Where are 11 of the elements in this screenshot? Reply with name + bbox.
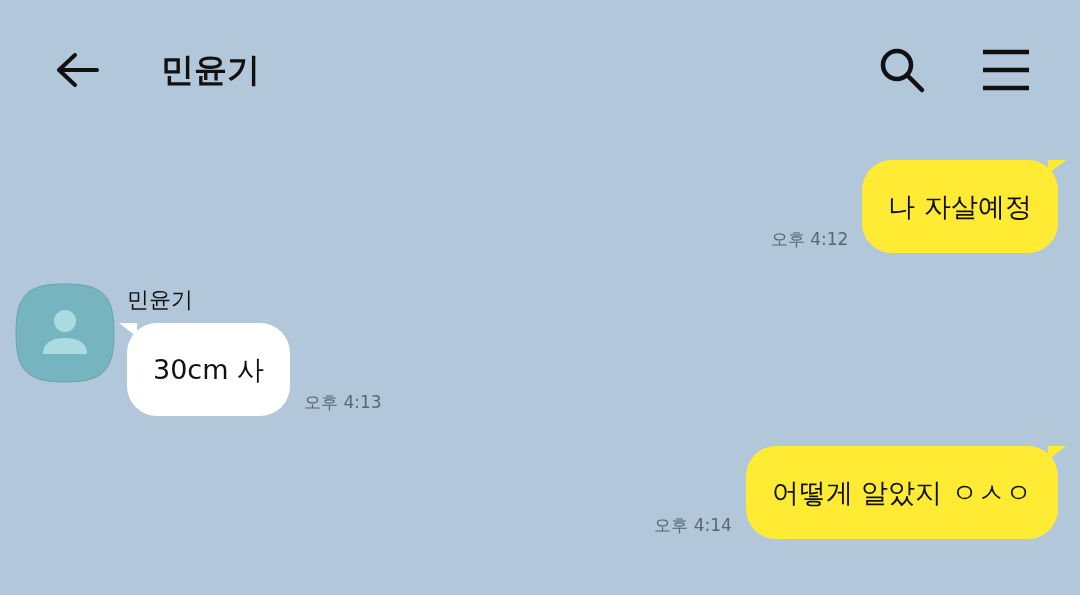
message-bubble: 30cm 사 [119,323,291,416]
chat-title: 민윤기 [161,48,260,91]
message-bubble: 나 자살예정 [862,160,1066,253]
message-time: 오후 4:13 [304,391,382,414]
menu-icon[interactable] [982,49,1030,91]
message-time: 오후 4:14 [654,514,732,537]
sender-name: 민윤기 [127,286,194,314]
message-time: 오후 4:12 [770,228,849,251]
search-icon[interactable] [878,46,926,94]
back-icon[interactable] [55,53,99,87]
message-bubble: 어떻게 알았지 ㅇㅅㅇ [745,446,1066,539]
